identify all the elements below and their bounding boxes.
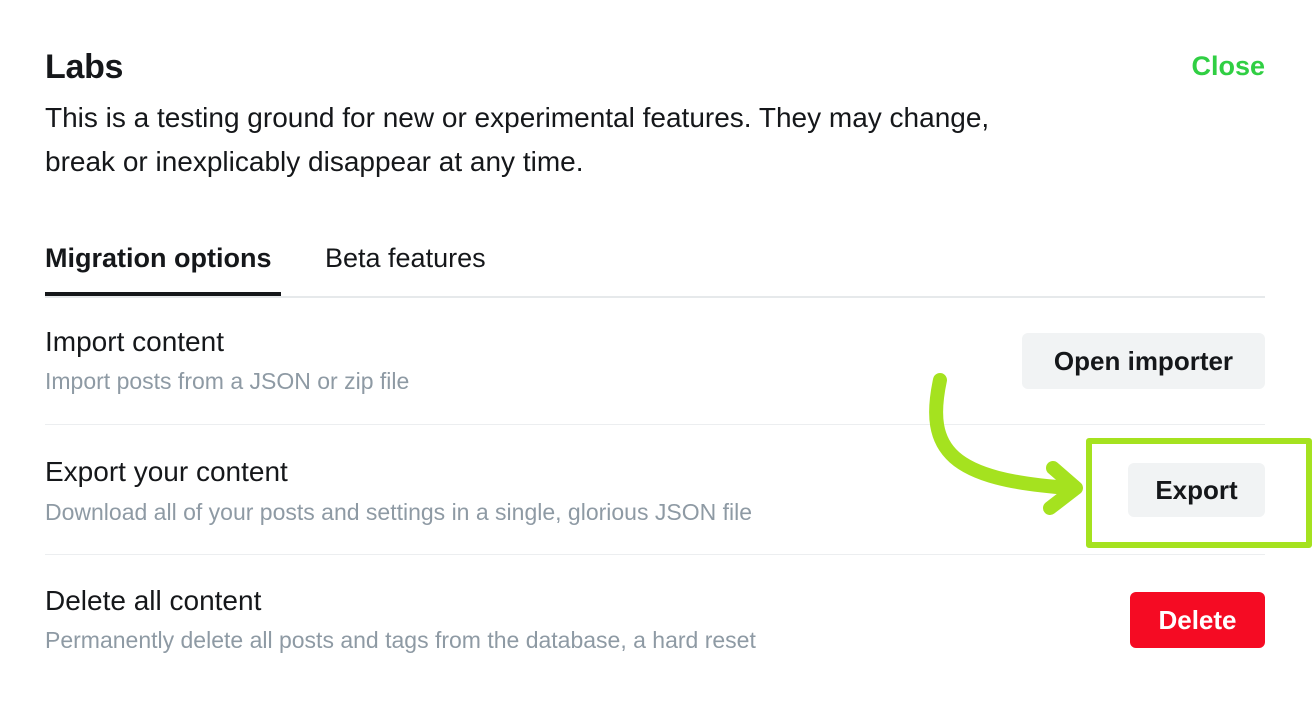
import-content-subtitle: Import posts from a JSON or zip file — [45, 368, 410, 394]
page-description: This is a testing ground for new or expe… — [45, 102, 990, 177]
export-content-subtitle: Download all of your posts and settings … — [45, 499, 752, 525]
delete-button[interactable]: Delete — [1130, 592, 1265, 648]
tab-bar: Migration options Beta features — [45, 236, 1265, 298]
page-title: Labs — [45, 48, 124, 86]
labs-settings-panel: Labs Close This is a testing ground for … — [0, 0, 1314, 726]
export-button[interactable]: Export — [1128, 463, 1265, 517]
delete-content-title: Delete all content — [45, 585, 262, 616]
import-content-title: Import content — [45, 326, 224, 357]
export-content-title: Export your content — [45, 456, 288, 487]
import-content-row: Import content Import posts from a JSON … — [45, 310, 1265, 425]
close-button[interactable]: Close — [1191, 51, 1265, 82]
tab-beta-features[interactable]: Beta features — [325, 236, 515, 294]
tab-migration-options[interactable]: Migration options — [45, 236, 281, 296]
open-importer-button[interactable]: Open importer — [1022, 333, 1265, 389]
delete-content-row: Delete all content Permanently delete al… — [45, 555, 1265, 675]
delete-content-subtitle: Permanently delete all posts and tags fr… — [45, 627, 756, 653]
export-content-row: Export your content Download all of your… — [45, 425, 1265, 555]
